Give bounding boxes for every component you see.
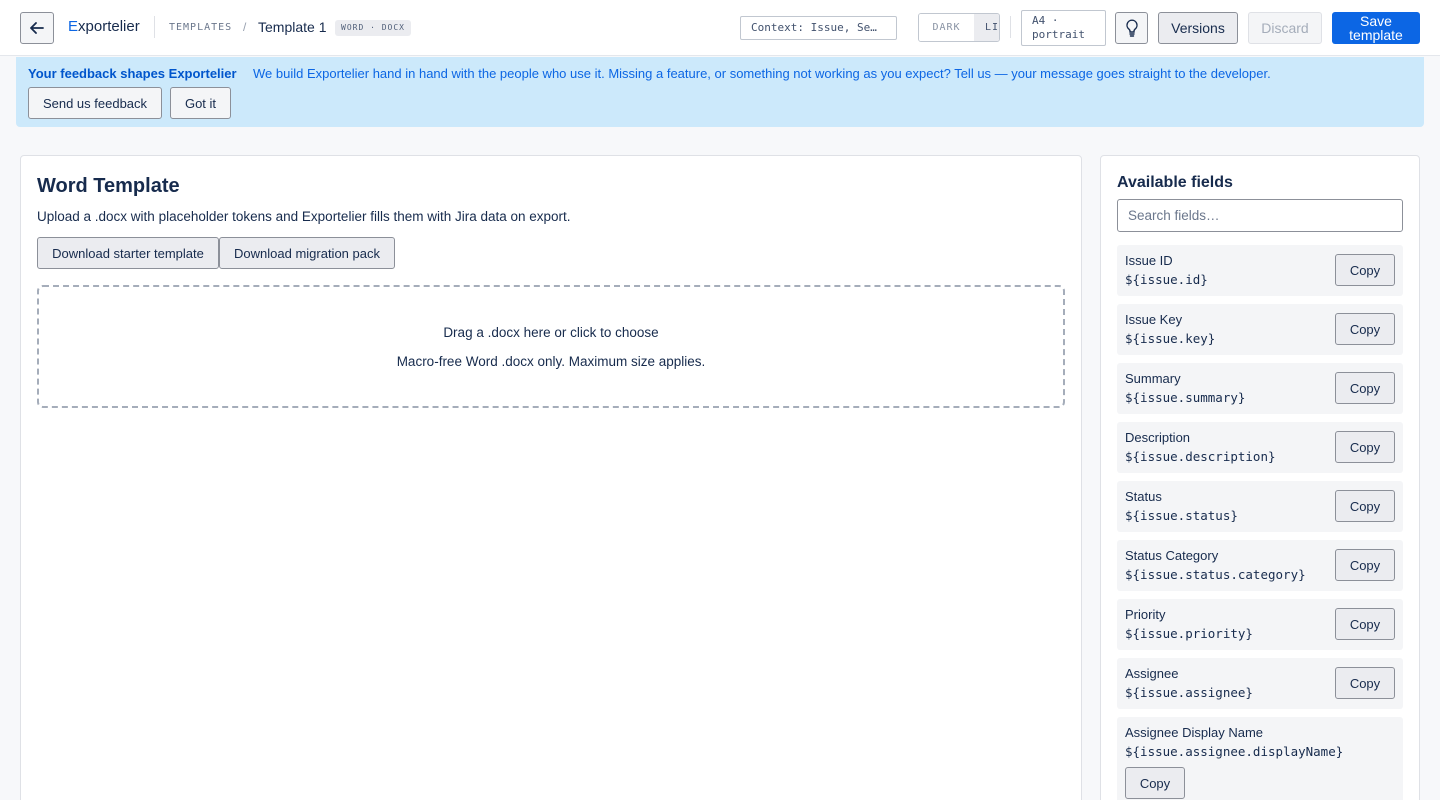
field-label: Issue ID: [1125, 253, 1173, 268]
breadcrumb-templates[interactable]: TEMPLATES: [169, 22, 232, 33]
discard-button[interactable]: Discard: [1248, 12, 1322, 44]
send-feedback-button[interactable]: Send us feedback: [28, 87, 162, 119]
available-fields-panel: Available fields Issue ID ${issue.id} Co…: [1100, 155, 1420, 800]
fields-list: Issue ID ${issue.id} Copy Issue Key ${is…: [1117, 245, 1403, 800]
banner-message: We build Exportelier hand in hand with t…: [253, 66, 1271, 81]
format-badge: WORD · DOCX: [335, 20, 411, 36]
search-fields-input[interactable]: [1117, 199, 1403, 232]
copy-button[interactable]: Copy: [1335, 608, 1395, 640]
breadcrumb-separator: /: [243, 20, 247, 34]
field-token: ${issue.assignee}: [1125, 685, 1253, 700]
tips-button[interactable]: [1115, 12, 1148, 44]
field-item: Issue ID ${issue.id} Copy: [1117, 245, 1403, 296]
dropzone-instruction: Drag a .docx here or click to choose: [443, 325, 659, 340]
field-label: Status Category: [1125, 548, 1219, 563]
field-item: Priority ${issue.priority} Copy: [1117, 599, 1403, 650]
lightbulb-icon: [1125, 19, 1138, 37]
context-selector[interactable]: Context: Issue, Se…: [740, 16, 897, 40]
field-item: Status Category ${issue.status.category}…: [1117, 540, 1403, 591]
arrow-left-icon: [30, 22, 44, 34]
breadcrumb-current: Template 1: [258, 19, 327, 35]
theme-light-option[interactable]: LI: [974, 14, 999, 41]
copy-button[interactable]: Copy: [1335, 372, 1395, 404]
feedback-banner: Your feedback shapes Exportelier We buil…: [16, 57, 1424, 127]
copy-button[interactable]: Copy: [1335, 313, 1395, 345]
banner-title: Your feedback shapes Exportelier: [28, 66, 237, 81]
field-label: Assignee Display Name: [1125, 725, 1264, 740]
panel-title: Word Template: [37, 175, 180, 197]
copy-button[interactable]: Copy: [1335, 667, 1395, 699]
field-item: Assignee Display Name ${issue.assignee.d…: [1117, 717, 1403, 800]
field-item: Status ${issue.status} Copy: [1117, 481, 1403, 532]
save-template-button[interactable]: Save template: [1332, 12, 1420, 44]
copy-button[interactable]: Copy: [1335, 254, 1395, 286]
field-token: ${issue.key}: [1125, 331, 1216, 346]
dismiss-banner-button[interactable]: Got it: [170, 87, 231, 119]
brand-logo: Exportelier: [68, 18, 140, 35]
copy-button[interactable]: Copy: [1125, 767, 1185, 799]
back-button[interactable]: [20, 12, 54, 44]
versions-button[interactable]: Versions: [1158, 12, 1238, 44]
header-divider: [154, 16, 155, 38]
field-label: Summary: [1125, 371, 1181, 386]
header-divider-2: [1010, 16, 1011, 38]
field-token: ${issue.id}: [1125, 272, 1208, 287]
field-token: ${issue.priority}: [1125, 626, 1253, 641]
copy-button[interactable]: Copy: [1335, 549, 1395, 581]
field-item: Description ${issue.description} Copy: [1117, 422, 1403, 473]
upload-dropzone[interactable]: Drag a .docx here or click to choose Mac…: [37, 285, 1065, 408]
word-template-panel: Word Template Upload a .docx with placeh…: [20, 155, 1082, 800]
field-token: ${issue.description}: [1125, 449, 1276, 464]
copy-button[interactable]: Copy: [1335, 490, 1395, 522]
dropzone-hint: Macro-free Word .docx only. Maximum size…: [396, 354, 706, 369]
page-size-selector[interactable]: A4 · portrait: [1021, 10, 1106, 46]
field-label: Description: [1125, 430, 1191, 445]
download-starter-button[interactable]: Download starter template: [37, 237, 219, 269]
panel-description: Upload a .docx with placeholder tokens a…: [37, 209, 571, 224]
field-label: Issue Key: [1125, 312, 1183, 327]
field-label: Assignee: [1125, 666, 1179, 681]
field-item: Summary ${issue.summary} Copy: [1117, 363, 1403, 414]
field-item: Issue Key ${issue.key} Copy: [1117, 304, 1403, 355]
field-item: Assignee ${issue.assignee} Copy: [1117, 658, 1403, 709]
field-token: ${issue.summary}: [1125, 390, 1246, 405]
field-label: Priority: [1125, 607, 1166, 622]
field-label: Status: [1125, 489, 1162, 504]
top-bar: Exportelier TEMPLATES / Template 1 WORD …: [0, 0, 1440, 56]
theme-toggle: DARK LI: [918, 13, 1000, 42]
field-token: ${issue.status}: [1125, 508, 1238, 523]
sidebar-title: Available fields: [1117, 174, 1233, 191]
field-token: ${issue.status.category}: [1125, 567, 1306, 582]
download-migration-button[interactable]: Download migration pack: [219, 237, 395, 269]
field-token: ${issue.assignee.displayName}: [1125, 744, 1344, 759]
theme-dark-option[interactable]: DARK: [919, 14, 974, 41]
copy-button[interactable]: Copy: [1335, 431, 1395, 463]
